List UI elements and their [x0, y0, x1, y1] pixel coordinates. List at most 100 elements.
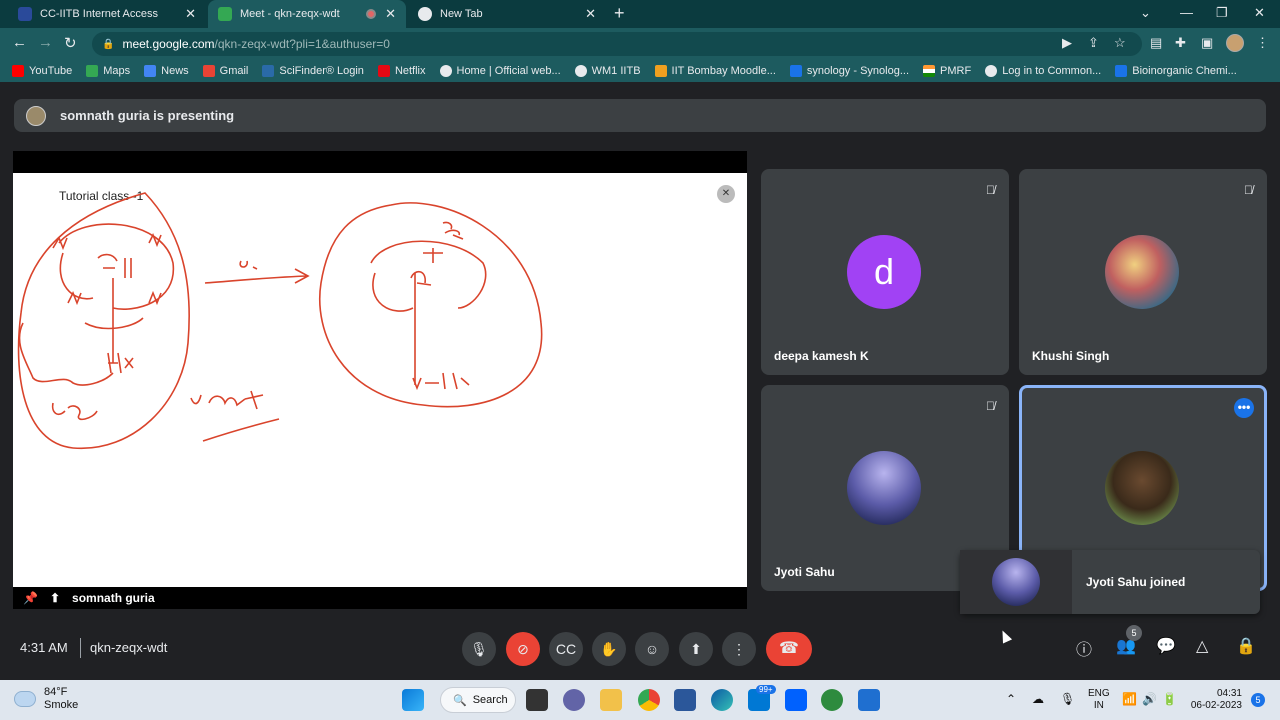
activities-icon[interactable]: △ — [1196, 636, 1208, 656]
join-notification: Jyoti Sahu joined — [960, 550, 1260, 614]
bookmark-wm1-iitb[interactable]: WM1 IITB — [574, 65, 641, 77]
mic-off-icon: 🎙̸ — [986, 399, 995, 413]
address-bar[interactable]: 🔒 meet.google.com /qkn-zeqx-wdt?pli=1&au… — [92, 32, 1142, 56]
system-clock[interactable]: 04:31 06-02-2023 — [1188, 688, 1242, 712]
battery-icon[interactable]: 🔋 — [1162, 692, 1177, 706]
chrome-favicon-icon — [418, 7, 432, 21]
present-now-button[interactable]: ⬆ — [679, 632, 713, 666]
reload-icon[interactable]: ↻ — [64, 34, 77, 52]
bookmark-star-icon[interactable]: ☆ — [1114, 35, 1126, 51]
presentation-stage[interactable]: Tutorial class -1 ✕ 📌 ⬆ somnath guria — [13, 151, 747, 609]
captions-button[interactable]: CC — [549, 632, 583, 666]
minimize-icon[interactable]: — — [1180, 5, 1193, 20]
windows-start-icon[interactable] — [402, 689, 424, 711]
maximize-icon[interactable]: ❐ — [1216, 5, 1228, 21]
microphone-button[interactable]: 🎙 — [462, 632, 496, 666]
back-icon[interactable]: ← — [12, 34, 27, 51]
volume-icon[interactable]: 🔊 — [1142, 692, 1157, 706]
bookmark-home-official[interactable]: Home | Official web... — [439, 65, 561, 77]
emoji-reactions-button[interactable]: ☺ — [635, 632, 669, 666]
show-hidden-icons-chevron-icon[interactable]: ⌃ — [1006, 692, 1016, 706]
docs-extension-icon[interactable]: ▤ — [1150, 35, 1162, 51]
bookmark-synology[interactable]: synology - Synolog... — [789, 65, 909, 77]
chemdraw-icon[interactable] — [821, 689, 843, 711]
close-tab-icon[interactable]: ✕ — [185, 6, 196, 22]
tab-meet[interactable]: Meet - qkn-zeqx-wdt ✕ — [208, 0, 406, 28]
participant-name: Jyoti Sahu — [774, 565, 835, 579]
tray-mic-icon[interactable]: 🎙 — [1060, 692, 1075, 706]
synology-icon — [789, 65, 802, 77]
news-icon — [144, 65, 157, 77]
forward-icon[interactable]: → — [38, 34, 53, 51]
teams-chat-icon[interactable] — [563, 689, 585, 711]
screen-recorder-icon[interactable] — [858, 689, 880, 711]
temperature: 84°F — [44, 686, 68, 698]
dropbox-icon[interactable] — [785, 689, 807, 711]
maps-icon — [86, 65, 99, 77]
presenter-avatar — [26, 105, 46, 126]
camera-icon[interactable]: ▶ — [1062, 35, 1072, 51]
raise-hand-button[interactable]: ✋ — [592, 632, 626, 666]
host-controls-lock-icon[interactable]: 🔒 — [1236, 636, 1256, 656]
taskbar-search[interactable]: 🔍 Search — [440, 687, 516, 713]
edge-icon[interactable] — [711, 689, 733, 711]
close-tab-icon[interactable]: ✕ — [585, 6, 596, 22]
bookmark-scifinder[interactable]: SciFinder® Login — [262, 65, 364, 77]
bookmark-common-login[interactable]: Log in to Common... — [985, 65, 1101, 77]
wifi-icon[interactable]: 📶 — [1122, 692, 1137, 706]
meet-control-bar: 4:31 AM qkn-zeqx-wdt 🎙 ⊘ CC ✋ ☺ ⬆ ⋮ ☎ ⓘ … — [0, 625, 1280, 680]
tab-search-chevron-icon[interactable]: ⌄ — [1140, 5, 1151, 21]
youtube-icon — [12, 65, 24, 77]
pin-icon[interactable]: 📌 — [23, 591, 38, 605]
meeting-code: qkn-zeqx-wdt — [90, 640, 168, 655]
participant-tile[interactable]: 🎙̸ Khushi Singh — [1019, 169, 1267, 375]
avatar — [992, 558, 1040, 606]
weather-widget[interactable]: 84°F Smoke — [14, 686, 78, 712]
windows-taskbar: 84°F Smoke 🔍 Search 99+ ⌃ ☁ 🎙 ENG IN 📶 🔊… — [0, 680, 1280, 720]
more-options-button[interactable]: ⋮ — [722, 632, 756, 666]
moodle-icon — [654, 65, 667, 77]
weather-icon — [14, 691, 36, 707]
browser-menu-icon[interactable]: ⋮ — [1256, 35, 1269, 51]
notification-count-badge[interactable]: 5 — [1251, 693, 1265, 707]
avatar — [1105, 451, 1179, 525]
scifinder-icon — [262, 65, 275, 77]
tab-cc-iitb[interactable]: CC-IITB Internet Access ✕ — [8, 0, 206, 28]
share-icon[interactable]: ⇪ — [1088, 35, 1099, 51]
participant-tile[interactable]: 🎙̸ d deepa kamesh K — [761, 169, 1009, 375]
language-indicator[interactable]: ENG IN — [1088, 688, 1110, 712]
participant-name: deepa kamesh K — [774, 349, 869, 363]
tab-title: CC-IITB Internet Access — [40, 8, 158, 20]
bookmark-netflix[interactable]: Netflix — [377, 65, 426, 77]
present-screen-icon: ⬆ — [49, 591, 61, 605]
close-window-icon[interactable]: ✕ — [1254, 5, 1265, 21]
bookmark-moodle[interactable]: IIT Bombay Moodle... — [654, 65, 776, 77]
new-tab-plus-icon[interactable]: + — [614, 3, 625, 24]
browser-tab-strip: CC-IITB Internet Access ✕ Meet - qkn-zeq… — [0, 0, 1280, 28]
task-view-icon[interactable] — [526, 689, 548, 711]
word-icon[interactable] — [674, 689, 696, 711]
bookmark-bioinorganic[interactable]: Bioinorganic Chemi... — [1115, 65, 1237, 77]
bookmark-gmail[interactable]: Gmail — [202, 65, 248, 77]
close-tab-icon[interactable]: ✕ — [385, 6, 396, 22]
bookmark-news[interactable]: News — [144, 65, 189, 77]
handwritten-diagram — [17, 192, 543, 450]
tab-new-tab[interactable]: New Tab ✕ — [408, 0, 606, 28]
onedrive-cloud-icon[interactable]: ☁ — [1032, 692, 1044, 706]
bookmark-pmrf[interactable]: PMRF — [923, 65, 971, 77]
bookmark-maps[interactable]: Maps — [86, 65, 130, 77]
chrome-icon[interactable] — [638, 689, 660, 711]
side-panel-icon[interactable]: ▣ — [1201, 35, 1213, 51]
bookmark-youtube[interactable]: YouTube — [12, 65, 72, 77]
profile-avatar[interactable] — [1226, 34, 1244, 52]
camera-off-button[interactable]: ⊘ — [506, 632, 540, 666]
chat-icon[interactable]: 💬 — [1156, 636, 1176, 656]
toast-avatar-frame — [960, 550, 1072, 614]
file-explorer-icon[interactable] — [600, 689, 622, 711]
extensions-puzzle-icon[interactable]: ✚ — [1175, 35, 1186, 51]
avatar: d — [847, 235, 921, 309]
leave-call-button[interactable]: ☎ — [766, 632, 812, 666]
meet-page: somnath guria is presenting Tutorial cla… — [0, 86, 1280, 680]
more-options-icon[interactable]: ••• — [1234, 398, 1254, 418]
meeting-details-info-icon[interactable]: ⓘ — [1076, 636, 1092, 660]
